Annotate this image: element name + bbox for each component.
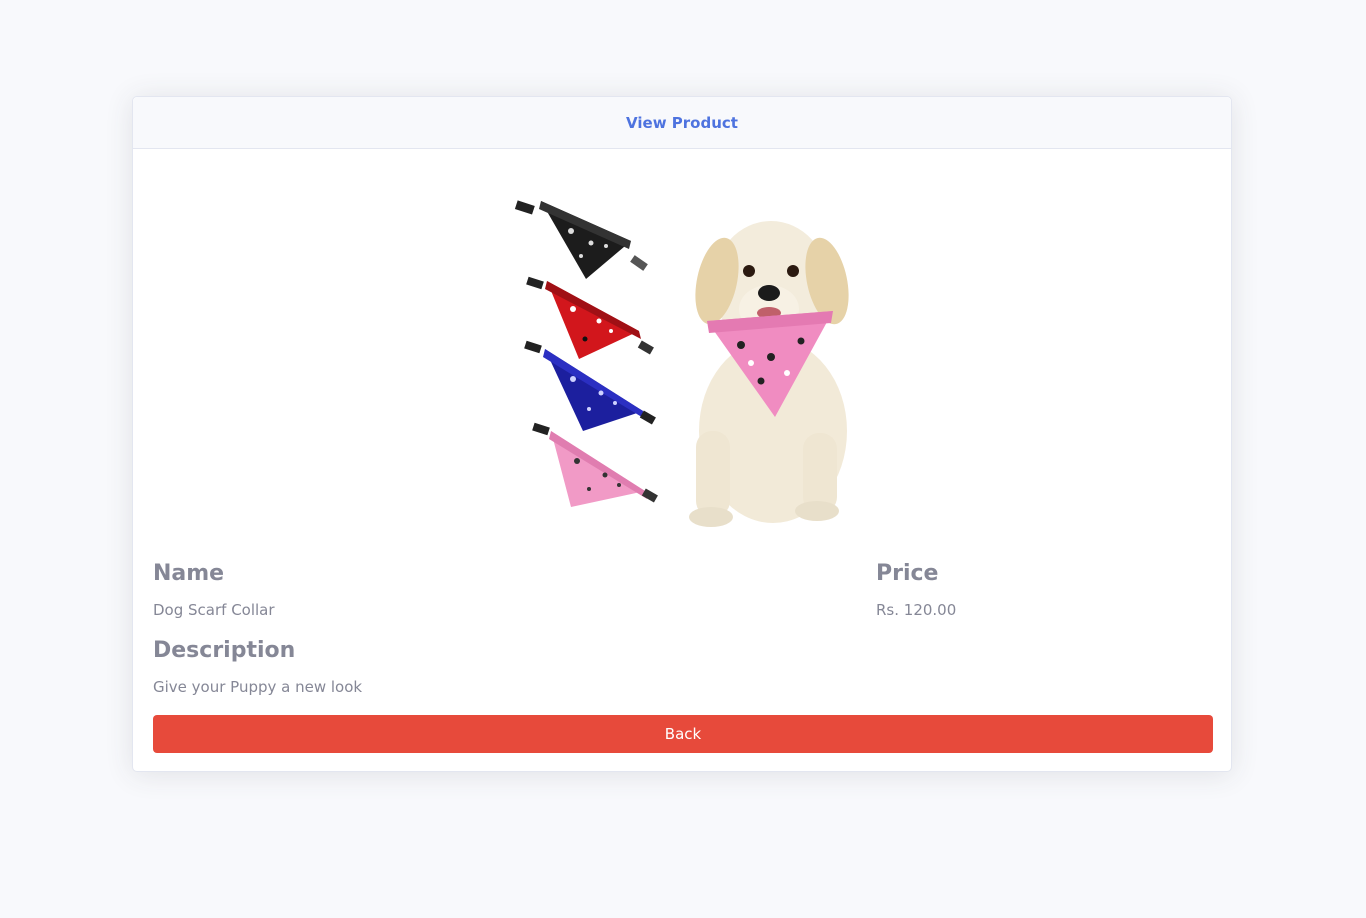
description-label: Description bbox=[153, 638, 296, 663]
product-image-graphic bbox=[511, 181, 861, 537]
description-value: Give your Puppy a new look bbox=[153, 678, 363, 696]
price-label: Price bbox=[876, 561, 939, 586]
name-value: Dog Scarf Collar bbox=[153, 601, 275, 619]
product-card: View Product Name Dog Scarf Collar Price… bbox=[132, 96, 1232, 772]
price-value: Rs. 120.00 bbox=[876, 601, 957, 619]
name-label: Name bbox=[153, 561, 225, 586]
card-header: View Product bbox=[133, 97, 1231, 149]
product-image bbox=[511, 181, 861, 537]
back-button[interactable]: Back bbox=[153, 715, 1213, 753]
page-title: View Product bbox=[626, 113, 738, 132]
